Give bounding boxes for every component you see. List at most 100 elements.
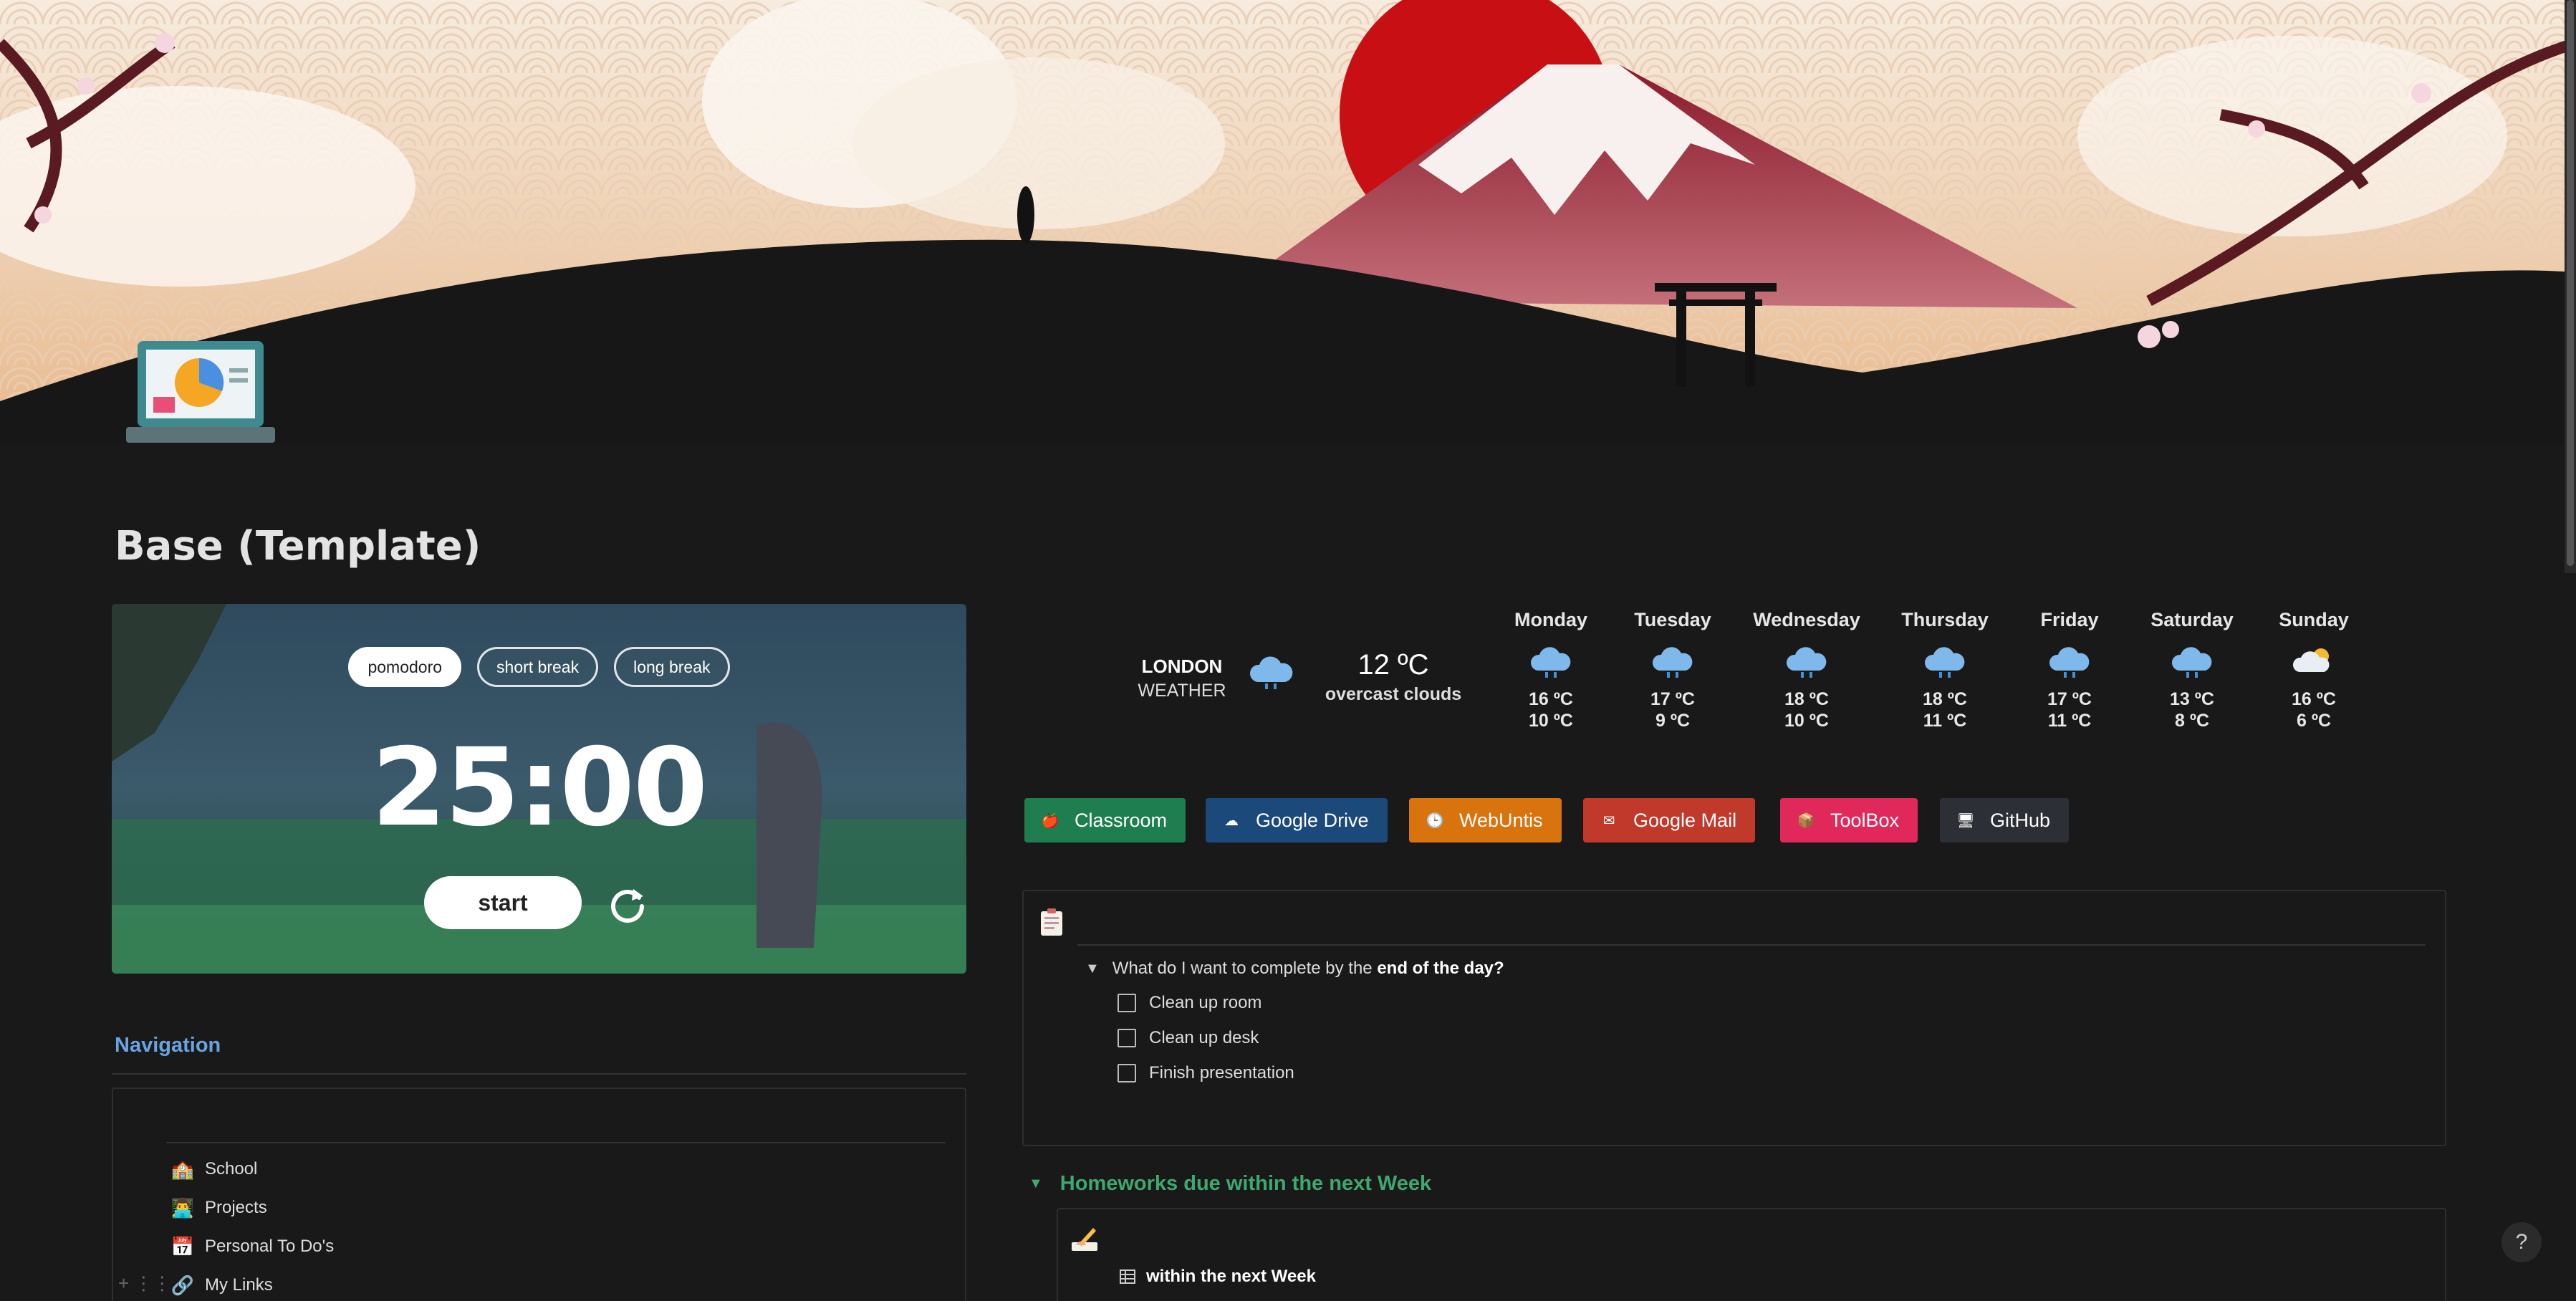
- homework-toggle[interactable]: ▼ Homeworks due within the next Week: [1029, 1172, 1431, 1196]
- divider: [166, 1142, 946, 1143]
- nav-item-label: Projects: [205, 1198, 267, 1217]
- rain-cloud-icon: [1652, 647, 1693, 678]
- link-icon: 🔗: [170, 1274, 195, 1296]
- google-drive-link[interactable]: ☁ Google Drive: [1206, 798, 1388, 842]
- table-icon: [1120, 1269, 1135, 1284]
- nav-item-school[interactable]: 🏫 School: [170, 1153, 258, 1185]
- webuntis-link[interactable]: 🕒 WebUntis: [1409, 798, 1562, 842]
- triangle-down-icon[interactable]: ▼: [1029, 1176, 1043, 1192]
- github-icon: 🖥: [1956, 812, 1975, 829]
- day-name: Monday: [1514, 609, 1587, 630]
- rain-cloud-icon: [1786, 647, 1827, 678]
- classroom-link[interactable]: 🍎 Classroom: [1024, 798, 1186, 842]
- homework-toggle-label: Homeworks due within the next Week: [1059, 1172, 1432, 1195]
- projects-icon: 👨‍💻: [170, 1196, 195, 1219]
- day-name: Tuesday: [1634, 609, 1711, 630]
- help-button[interactable]: ?: [2501, 1222, 2542, 1262]
- cover-image: [0, 0, 2576, 444]
- day-name: Wednesday: [1753, 609, 1860, 630]
- apple-icon: 🍎: [1041, 812, 1059, 829]
- scrollbar[interactable]: [2565, 0, 2576, 573]
- drag-handle-icon[interactable]: + ⋮⋮: [118, 1272, 171, 1295]
- nav-item-label: My Links: [205, 1275, 273, 1295]
- todo-item: Finish presentation: [1118, 1063, 1294, 1083]
- tab-short-break[interactable]: short break: [477, 647, 599, 687]
- nav-item-my-links[interactable]: 🔗 My Links: [170, 1269, 273, 1301]
- calendar-icon: 📅: [170, 1235, 195, 1257]
- day-high: 13 ºC: [2170, 689, 2214, 709]
- link-label: Google Drive: [1256, 809, 1369, 831]
- current-temperature: 12 ºC: [1357, 649, 1429, 681]
- scrollbar-thumb[interactable]: [2567, 0, 2574, 566]
- homework-card: [1057, 1208, 2446, 1301]
- nav-item-personal-todos[interactable]: 📅 Personal To Do's: [170, 1231, 334, 1262]
- day-high: 18 ºC: [1784, 689, 1829, 709]
- link-label: GitHub: [1990, 809, 2051, 831]
- question-text: What do I want to complete by the: [1112, 959, 1373, 978]
- link-label: Google Mail: [1633, 809, 1737, 831]
- nav-item-label: Personal To Do's: [205, 1237, 335, 1256]
- forecast-day: Thursday 18 ºC 11 ºC: [1884, 609, 2006, 731]
- laptop-chart-icon[interactable]: [122, 337, 279, 451]
- toolbox-link[interactable]: 📦 ToolBox: [1780, 798, 1918, 842]
- weather-widget: LONDON WEATHER 12 ºC overcast clouds Mon…: [1017, 609, 2393, 752]
- school-icon: 🏫: [170, 1158, 195, 1180]
- reset-icon[interactable]: [606, 882, 649, 925]
- todo-item-label[interactable]: Clean up room: [1149, 993, 1261, 1013]
- day-low: 6 ºC: [2296, 711, 2332, 731]
- day-high: 18 ºC: [1923, 689, 1967, 709]
- nav-item-projects[interactable]: 👨‍💻 Projects: [170, 1192, 267, 1224]
- cloud-icon: ☁: [1224, 812, 1239, 829]
- navigation-heading[interactable]: Navigation: [115, 1034, 221, 1057]
- checkbox[interactable]: [1118, 1064, 1136, 1082]
- day-low: 11 ºC: [2047, 711, 2092, 731]
- forecast-day: Monday 16 ºC 10 ºC: [1490, 609, 1612, 731]
- link-label: ToolBox: [1830, 809, 1900, 831]
- writing-hand-icon: [1069, 1224, 1100, 1255]
- todo-item: Clean up room: [1118, 993, 1261, 1013]
- forecast-day: Saturday 13 ºC 8 ºC: [2131, 609, 2253, 731]
- tab-long-break[interactable]: long break: [614, 647, 730, 687]
- question-bold-text: end of the day?: [1377, 959, 1504, 978]
- rain-cloud-icon: [2049, 647, 2090, 678]
- day-low: 11 ºC: [1923, 711, 1967, 731]
- forecast-day: Tuesday 17 ºC 9 ºC: [1612, 609, 1734, 731]
- divider: [112, 1073, 966, 1075]
- weather-city: LONDON: [1141, 656, 1223, 677]
- forecast-day: Friday 17 ºC 11 ºC: [2009, 609, 2130, 731]
- pomodoro-mode-tabs: pomodoro short break long break: [112, 647, 966, 687]
- day-high: 17 ºC: [1650, 689, 1695, 709]
- start-button[interactable]: start: [424, 876, 582, 929]
- link-label: Classroom: [1075, 809, 1168, 831]
- triangle-down-icon[interactable]: ▼: [1085, 961, 1100, 977]
- rain-cloud-icon: [1248, 655, 1294, 691]
- todo-item-label[interactable]: Clean up desk: [1149, 1028, 1259, 1048]
- weather-label: WEATHER: [1138, 681, 1226, 701]
- todo-toggle[interactable]: ▼ What do I want to complete by the end …: [1085, 959, 1504, 979]
- timer-display: 25:00: [371, 726, 708, 850]
- notepad-icon: [1039, 908, 1064, 937]
- checkbox[interactable]: [1118, 994, 1136, 1012]
- checkbox[interactable]: [1118, 1029, 1136, 1047]
- notion-page: Base (Template) pomodoro short break lon…: [0, 0, 2576, 1301]
- mail-icon: ✉: [1602, 812, 1615, 829]
- clock-icon: 🕒: [1426, 812, 1444, 829]
- page-title[interactable]: Base (Template): [115, 523, 481, 570]
- google-mail-link[interactable]: ✉ Google Mail: [1583, 798, 1756, 842]
- view-label: within the next Week: [1146, 1267, 1316, 1286]
- day-low: 9 ºC: [1655, 711, 1691, 731]
- day-high: 17 ºC: [2047, 689, 2092, 709]
- tab-pomodoro[interactable]: pomodoro: [348, 647, 462, 687]
- day-name: Thursday: [1901, 609, 1989, 630]
- rain-cloud-icon: [1530, 647, 1571, 678]
- forecast-day: Sunday 16 ºC 6 ºC: [2253, 609, 2375, 731]
- day-low: 10 ºC: [1784, 711, 1829, 731]
- sun-cloud-icon: [2292, 648, 2330, 672]
- todo-item: Clean up desk: [1118, 1028, 1259, 1048]
- rain-cloud-icon: [1924, 647, 1965, 678]
- weather-location: LONDON WEATHER: [1125, 656, 1239, 701]
- github-link[interactable]: 🖥 GitHub: [1940, 798, 2070, 842]
- database-view-tab[interactable]: within the next Week: [1119, 1267, 1316, 1287]
- pomodoro-widget: pomodoro short break long break 25:00 st…: [112, 604, 966, 974]
- todo-item-label[interactable]: Finish presentation: [1149, 1063, 1294, 1083]
